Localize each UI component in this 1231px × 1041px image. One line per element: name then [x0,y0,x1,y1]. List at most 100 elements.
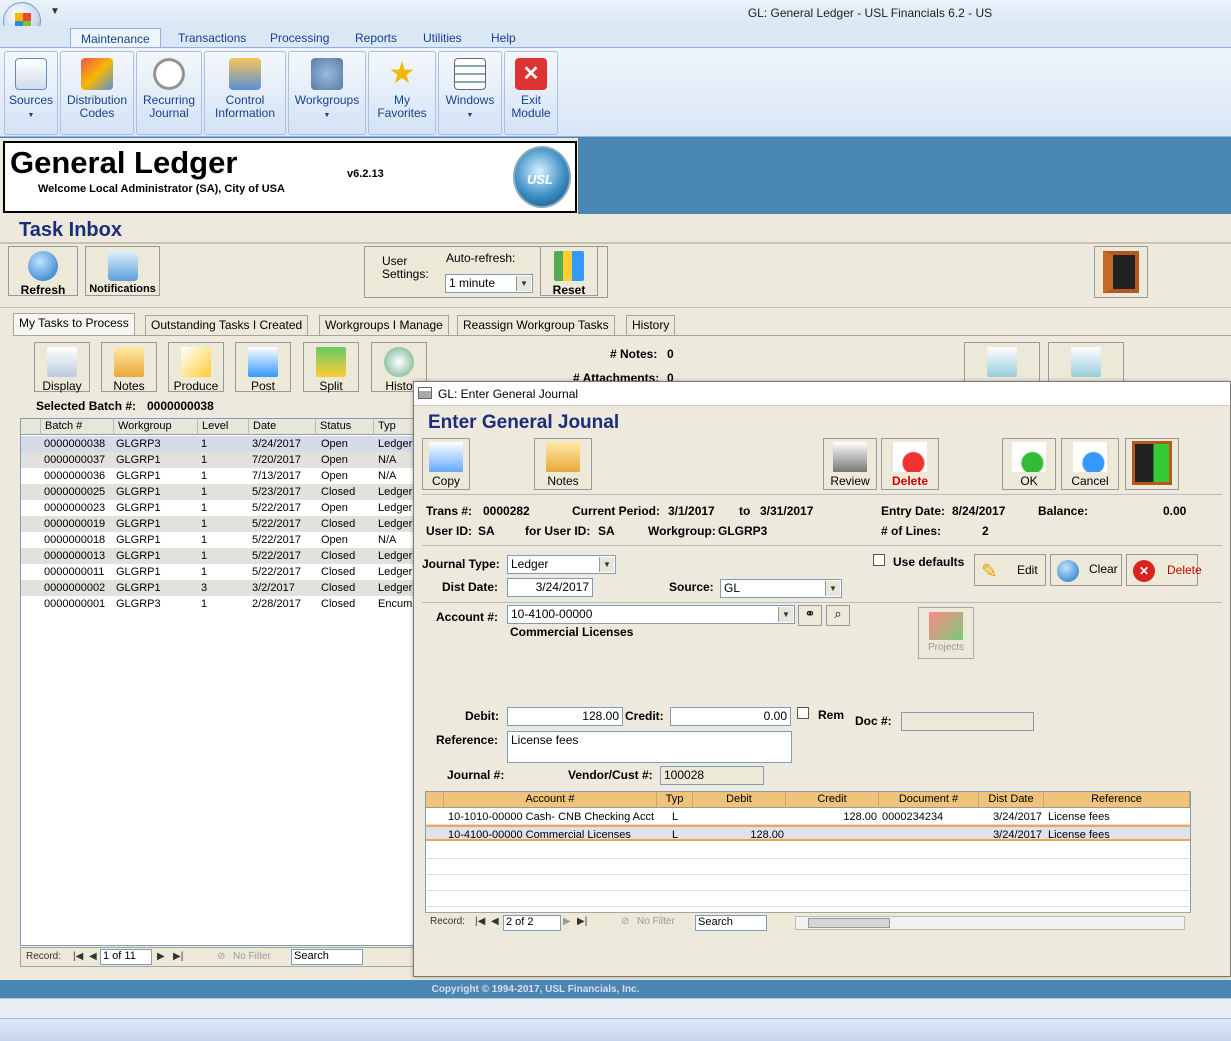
post-button[interactable]: Post [235,342,291,393]
edit-button[interactable]: ✎ Edit [974,554,1046,586]
table-row[interactable]: 0000000023 GLGRP1 1 5/22/2017 Open Ledger [21,500,419,516]
table-row[interactable]: 0000000036 GLGRP1 1 7/13/2017 Open N/A [21,468,419,484]
review-button[interactable]: Review [823,438,877,490]
refresh-button[interactable]: Refresh [8,246,78,297]
source-select[interactable]: GL ▼ [720,579,842,598]
tab-history[interactable]: History [626,315,676,335]
workgroups-button[interactable]: Workgroups ▼ [289,52,365,132]
windows-button[interactable]: Windows ▼ [439,52,501,132]
use-defaults-label: Use defaults [893,555,965,569]
table-row[interactable]: 0000000018 GLGRP1 1 5/22/2017 Open N/A [21,532,419,548]
quick-access-dropdown-icon[interactable]: ▼ [50,6,60,17]
horizontal-scrollbar[interactable] [795,916,1185,930]
search-icon[interactable]: ⌕ [826,605,850,626]
dist-date-input[interactable]: 3/24/2017 [507,578,593,597]
account-select[interactable]: 10-4100-00000 ▼ [507,605,795,624]
notes-button[interactable]: Notes [101,342,157,393]
rem-checkbox[interactable] [797,707,809,719]
clear-button[interactable]: Clear [1050,554,1122,586]
delete-button[interactable]: Delete [881,438,939,490]
add-attachment-button[interactable] [964,342,1040,382]
control-information-button[interactable]: Control Information [205,52,285,132]
column-header[interactable]: Dist Date [979,792,1044,808]
last-record-icon[interactable]: ▶| [173,951,183,962]
next-record-icon[interactable]: ▶ [157,951,165,962]
ok-button[interactable]: OK [1002,438,1056,490]
table-row[interactable]: 0000000019 GLGRP1 1 5/22/2017 Closed Ledger [21,516,419,532]
table-row[interactable]: 0000000001 GLGRP3 1 2/28/2017 Closed Encumb [21,596,419,612]
record-position[interactable]: 1 of 11 [100,949,152,965]
table-row[interactable]: 10-1010-00000 Cash- CNB Checking Acct L 12… [426,809,1190,825]
table-row[interactable]: 0000000038 GLGRP3 1 3/24/2017 Open Ledger [21,436,419,452]
exit-module-button[interactable]: ✕ Exit Module [505,52,557,132]
first-record-icon[interactable]: |◀ [475,916,485,927]
split-button[interactable]: Split [303,342,359,393]
no-filter-button[interactable]: No Filter [233,951,271,962]
tab-transactions[interactable]: Transactions [168,28,256,48]
use-defaults-checkbox[interactable] [873,554,885,566]
table-row[interactable]: 0000000013 GLGRP1 1 5/22/2017 Closed Ledger [21,548,419,564]
tab-reassign-workgroup[interactable]: Reassign Workgroup Tasks [457,315,615,335]
table-row[interactable]: 0000000011 GLGRP1 1 5/22/2017 Closed Ledger [21,564,419,580]
view-attachment-button[interactable] [1048,342,1124,382]
column-header[interactable]: Document # [879,792,979,808]
sources-button[interactable]: Sources ▼ [5,52,57,132]
delete-line-button[interactable]: ✕ Delete [1126,554,1202,586]
tab-maintenance[interactable]: Maintenance [70,28,161,48]
column-header[interactable]: Level [198,419,249,435]
notes-button[interactable]: Notes [534,438,592,490]
reset-button[interactable]: Reset [540,246,598,297]
exit-door-button[interactable] [1125,438,1179,490]
display-button[interactable]: Display [34,342,90,393]
grid-select-all[interactable] [21,419,41,435]
my-favorites-button[interactable]: ★ My Favorites [369,52,435,132]
exit-door-button[interactable] [1094,246,1148,298]
column-header[interactable]: Status [316,419,374,435]
column-header[interactable]: Credit [786,792,879,808]
auto-refresh-select[interactable]: 1 minute ▼ [445,274,533,293]
tab-reports[interactable]: Reports [345,28,407,48]
column-header[interactable]: Workgroup [114,419,198,435]
grid-search-input[interactable]: Search [695,915,767,931]
copy-button[interactable]: Copy [422,438,470,490]
journal-type-select[interactable]: Ledger ▼ [507,555,616,574]
column-header[interactable]: Debit [693,792,786,808]
column-header[interactable]: Date [249,419,316,435]
tab-help[interactable]: Help [481,28,526,48]
table-row[interactable]: 0000000002 GLGRP1 3 3/2/2017 Closed Ledger [21,580,419,596]
doc-input[interactable] [901,712,1034,731]
recurring-journal-button[interactable]: Recurring Journal [137,52,201,132]
credit-input[interactable]: 0.00 [670,707,791,726]
next-record-icon[interactable]: ▶ [563,916,571,927]
scrollbar-thumb[interactable] [808,918,890,928]
vendor-cust-input[interactable]: 100028 [660,766,764,785]
prev-record-icon[interactable]: ◀ [89,951,97,962]
tab-my-tasks[interactable]: My Tasks to Process [13,313,135,336]
column-header[interactable]: Reference [1044,792,1190,808]
table-row[interactable]: 10-4100-00000 Commercial Licenses L 128.00… [426,825,1190,841]
produce-button[interactable]: Produce [168,342,224,393]
tab-outstanding-tasks[interactable]: Outstanding Tasks I Created [145,315,309,335]
column-header[interactable]: Batch # [41,419,114,435]
tab-utilities[interactable]: Utilities [413,28,472,48]
tab-processing[interactable]: Processing [260,28,339,48]
tab-workgroups-manage[interactable]: Workgroups I Manage [319,315,449,335]
table-row[interactable]: 0000000025 GLGRP1 1 5/23/2017 Closed Ledger [21,484,419,500]
grid-search-input[interactable]: Search [291,949,363,965]
grid-select-all[interactable] [426,792,444,808]
distribution-codes-button[interactable]: Distribution Codes [61,52,133,132]
debit-input[interactable]: 128.00 [507,707,623,726]
prev-record-icon[interactable]: ◀ [491,916,499,927]
notifications-button[interactable]: Notifications [85,246,160,296]
binoculars-icon[interactable]: ⚭ [798,605,822,626]
reference-input[interactable]: License fees [507,731,792,763]
projects-button[interactable]: Projects [918,607,974,659]
column-header[interactable]: Account # [444,792,657,808]
table-row[interactable]: 0000000037 GLGRP1 1 7/20/2017 Open N/A [21,452,419,468]
first-record-icon[interactable]: |◀ [73,951,83,962]
column-header[interactable]: Typ [657,792,693,808]
no-filter-button[interactable]: No Filter [637,916,675,927]
cancel-button[interactable]: Cancel [1061,438,1119,490]
last-record-icon[interactable]: ▶| [577,916,587,927]
record-position[interactable]: 2 of 2 [503,915,561,931]
